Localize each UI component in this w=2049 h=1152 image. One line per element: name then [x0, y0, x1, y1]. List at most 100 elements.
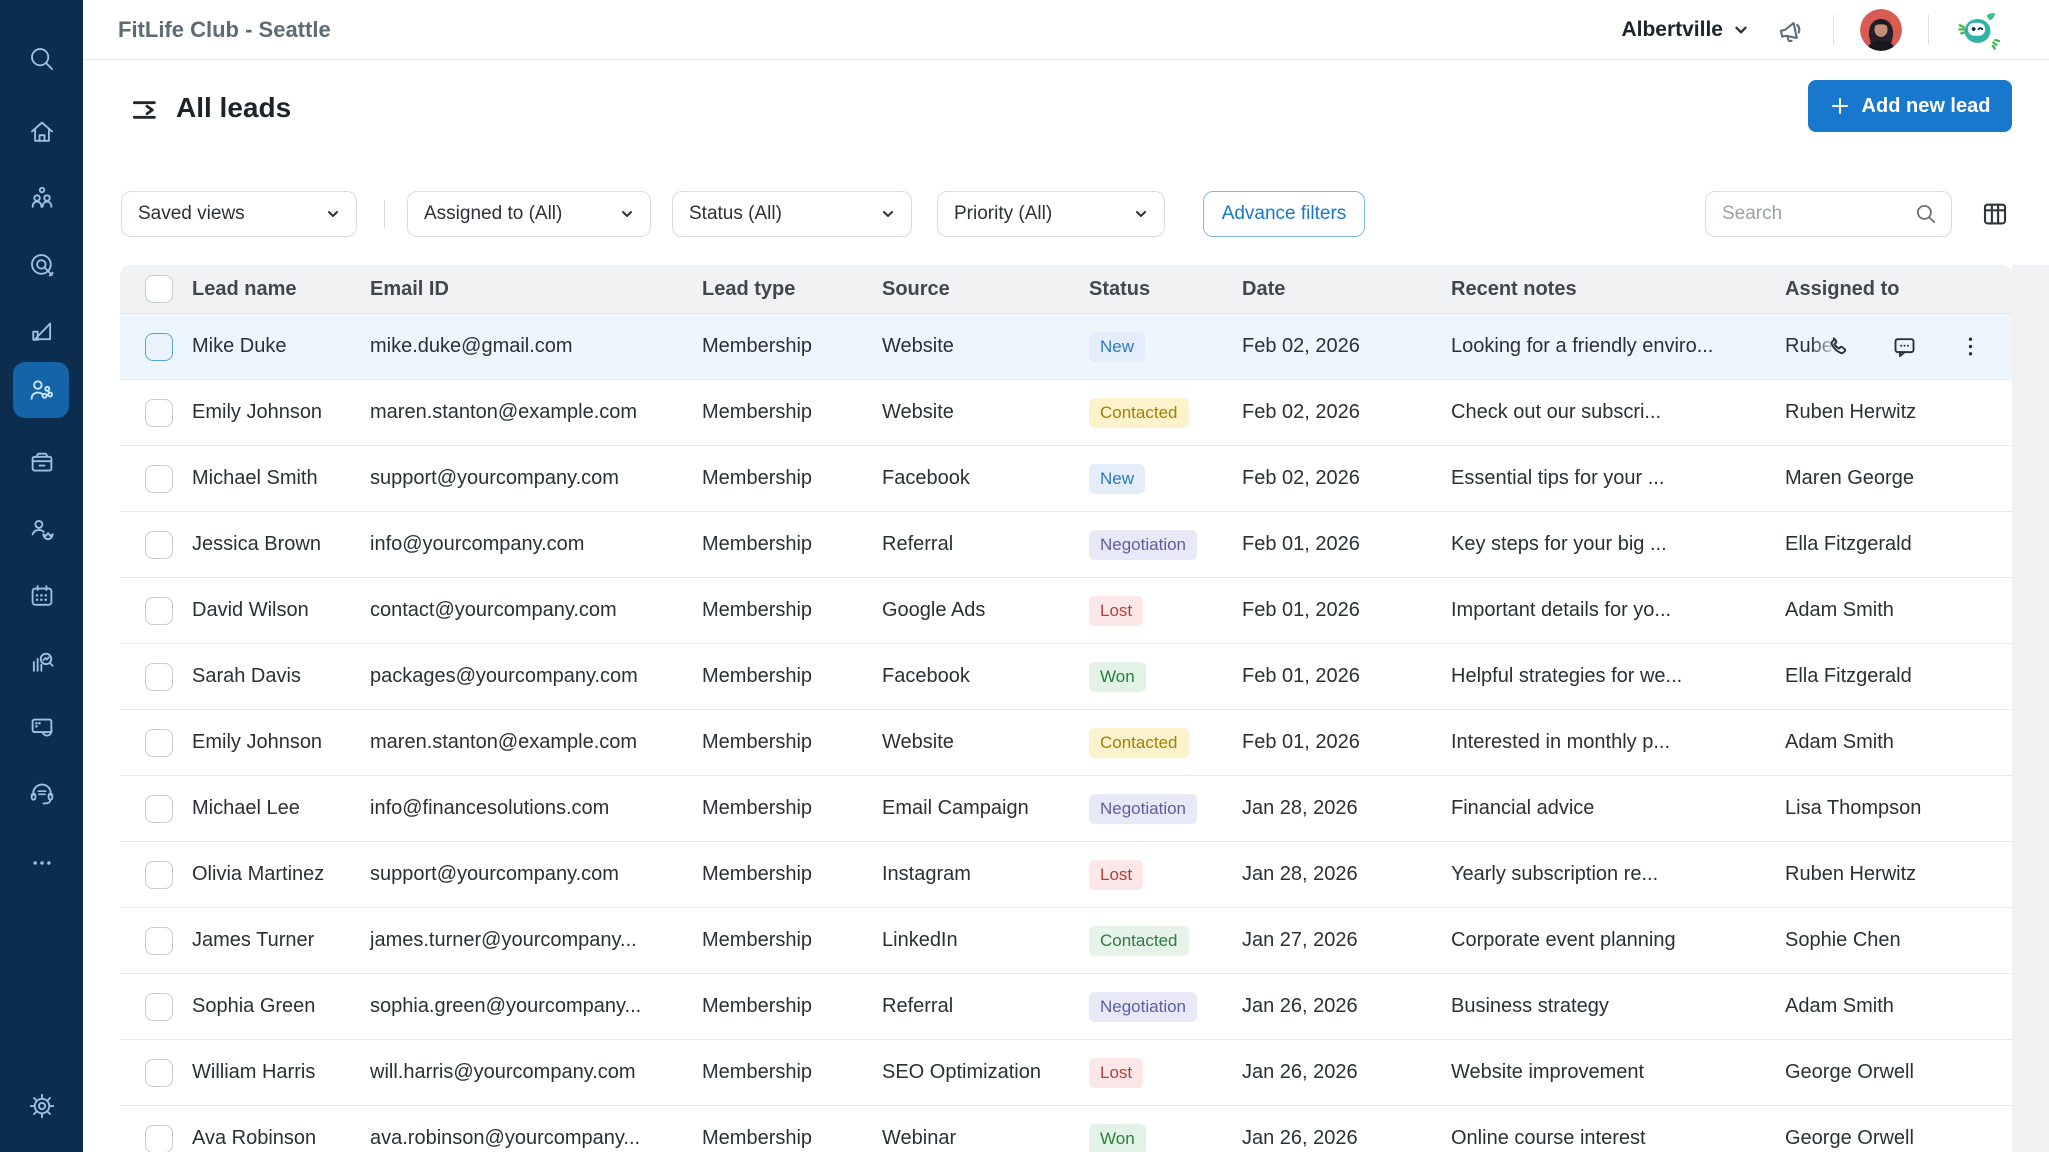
column-header[interactable]: Lead type	[692, 278, 872, 301]
user-avatar[interactable]	[1860, 9, 1902, 51]
lead-type-cell: Membership	[692, 797, 872, 820]
assigned-to-cell: Adam Smith	[1775, 731, 2012, 754]
sidebar-item-settings[interactable]	[20, 1084, 64, 1128]
support-headset-icon	[27, 778, 57, 808]
status-cell: Lost	[1079, 860, 1232, 890]
lead-type-cell: Membership	[692, 995, 872, 1018]
status-filter[interactable]: Status (All)	[672, 191, 912, 237]
column-header[interactable]: Recent notes	[1441, 278, 1775, 301]
table-row[interactable]: William Harris will.harris@yourcompany.c…	[120, 1040, 2012, 1106]
lead-type-cell: Membership	[692, 863, 872, 886]
column-header[interactable]: Email ID	[360, 278, 692, 301]
sidebar-item-home[interactable]	[20, 110, 64, 154]
date-cell: Feb 01, 2026	[1232, 665, 1441, 688]
search-input[interactable]	[1722, 203, 1913, 225]
lead-type-cell: Membership	[692, 1061, 872, 1084]
column-header[interactable]: Source	[872, 278, 1079, 301]
row-checkbox[interactable]	[145, 333, 173, 361]
assigned-to-cell: Sophie Chen	[1775, 929, 2012, 952]
sidebar-item-leads-active[interactable]	[13, 362, 69, 418]
message-icon[interactable]	[1891, 333, 1918, 360]
status-cell: Contacted	[1079, 926, 1232, 956]
lead-name-cell: Sarah Davis	[182, 665, 360, 688]
chevron-down-icon	[326, 207, 340, 221]
table-row[interactable]: Michael Lee info@financesolutions.com Me…	[120, 776, 2012, 842]
row-checkbox[interactable]	[145, 465, 173, 493]
sidebar-item-target[interactable]	[20, 243, 64, 287]
assistant-mascot-icon[interactable]	[1955, 7, 2001, 53]
date-cell: Feb 01, 2026	[1232, 731, 1441, 754]
column-header[interactable]: Lead name	[182, 278, 360, 301]
kebab-menu-icon[interactable]	[1957, 333, 1984, 360]
table-row[interactable]: Emily Johnson maren.stanton@example.com …	[120, 380, 2012, 446]
status-cell: Negotiation	[1079, 992, 1232, 1022]
recent-notes-cell: Check out our subscri...	[1441, 401, 1775, 424]
table-row[interactable]: Emily Johnson maren.stanton@example.com …	[120, 710, 2012, 776]
email-cell: packages@yourcompany.com	[360, 665, 692, 688]
row-checkbox[interactable]	[145, 531, 173, 559]
table-row[interactable]: Jessica Brown info@yourcompany.com Membe…	[120, 512, 2012, 578]
row-checkbox[interactable]	[145, 993, 173, 1021]
source-cell: Google Ads	[872, 599, 1079, 622]
email-cell: mike.duke@gmail.com	[360, 335, 692, 358]
column-header[interactable]: Assigned to	[1775, 278, 2012, 301]
row-checkbox[interactable]	[145, 927, 173, 955]
table-row[interactable]: Ava Robinson ava.robinson@yourcompany...…	[120, 1106, 2012, 1152]
table-row[interactable]: Sophia Green sophia.green@yourcompany...…	[120, 974, 2012, 1040]
assigned-to-cell: George Orwell	[1775, 1061, 2012, 1084]
filter-divider	[384, 200, 385, 228]
row-checkbox[interactable]	[145, 663, 173, 691]
date-cell: Feb 02, 2026	[1232, 467, 1441, 490]
status-badge: Contacted	[1089, 926, 1189, 956]
column-header[interactable]: Date	[1232, 278, 1441, 301]
date-cell: Jan 26, 2026	[1232, 1061, 1441, 1084]
right-gutter	[2012, 265, 2049, 1152]
row-checkbox[interactable]	[145, 1125, 173, 1152]
chevron-down-icon	[620, 207, 634, 221]
status-badge: Negotiation	[1089, 992, 1197, 1022]
table-row[interactable]: Mike Duke mike.duke@gmail.com Membership…	[120, 314, 2012, 380]
source-cell: Email Campaign	[872, 797, 1079, 820]
sidebar-item-payments[interactable]	[20, 705, 64, 749]
source-cell: Website	[872, 335, 1079, 358]
column-header[interactable]: Status	[1079, 278, 1232, 301]
more-ellipsis-icon	[27, 848, 57, 878]
row-checkbox[interactable]	[145, 399, 173, 427]
manage-columns-icon[interactable]	[1980, 199, 2010, 229]
sidebar-item-support[interactable]	[20, 771, 64, 815]
status-badge: Negotiation	[1089, 794, 1197, 824]
sidebar-item-calendar[interactable]	[20, 574, 64, 618]
table-row[interactable]: Sarah Davis packages@yourcompany.com Mem…	[120, 644, 2012, 710]
add-new-lead-button[interactable]: Add new lead	[1808, 80, 2012, 132]
chevron-down-icon	[1134, 207, 1148, 221]
table-row[interactable]: Olivia Martinez support@yourcompany.com …	[120, 842, 2012, 908]
sidebar-item-more[interactable]	[20, 841, 64, 885]
location-dropdown[interactable]: Albertville	[1621, 18, 1749, 42]
advance-filters-button[interactable]: Advance filters	[1203, 191, 1365, 237]
source-cell: Website	[872, 401, 1079, 424]
megaphone-icon[interactable]	[1775, 14, 1807, 46]
row-checkbox[interactable]	[145, 795, 173, 823]
sidebar-item-design[interactable]	[20, 309, 64, 353]
design-ruler-icon	[27, 316, 57, 346]
lead-name-cell: Olivia Martinez	[182, 863, 360, 886]
status-badge: New	[1089, 332, 1145, 362]
row-checkbox[interactable]	[145, 729, 173, 757]
row-checkbox[interactable]	[145, 1059, 173, 1087]
table-row[interactable]: David Wilson contact@yourcompany.com Mem…	[120, 578, 2012, 644]
select-all-checkbox[interactable]	[145, 275, 173, 303]
sidebar-item-search[interactable]	[20, 37, 64, 81]
row-checkbox[interactable]	[145, 861, 173, 889]
sidebar-item-team[interactable]	[20, 176, 64, 220]
sidebar-item-customers[interactable]	[20, 508, 64, 552]
phone-icon[interactable]	[1825, 333, 1852, 360]
assigned-to-filter[interactable]: Assigned to (All)	[407, 191, 651, 237]
saved-views-dropdown[interactable]: Saved views	[121, 191, 357, 237]
priority-filter[interactable]: Priority (All)	[937, 191, 1165, 237]
row-checkbox[interactable]	[145, 597, 173, 625]
table-row[interactable]: Michael Smith support@yourcompany.com Me…	[120, 446, 2012, 512]
team-icon	[27, 183, 57, 213]
table-row[interactable]: James Turner james.turner@yourcompany...…	[120, 908, 2012, 974]
sidebar-item-products[interactable]	[20, 441, 64, 485]
sidebar-item-analytics[interactable]	[20, 640, 64, 684]
